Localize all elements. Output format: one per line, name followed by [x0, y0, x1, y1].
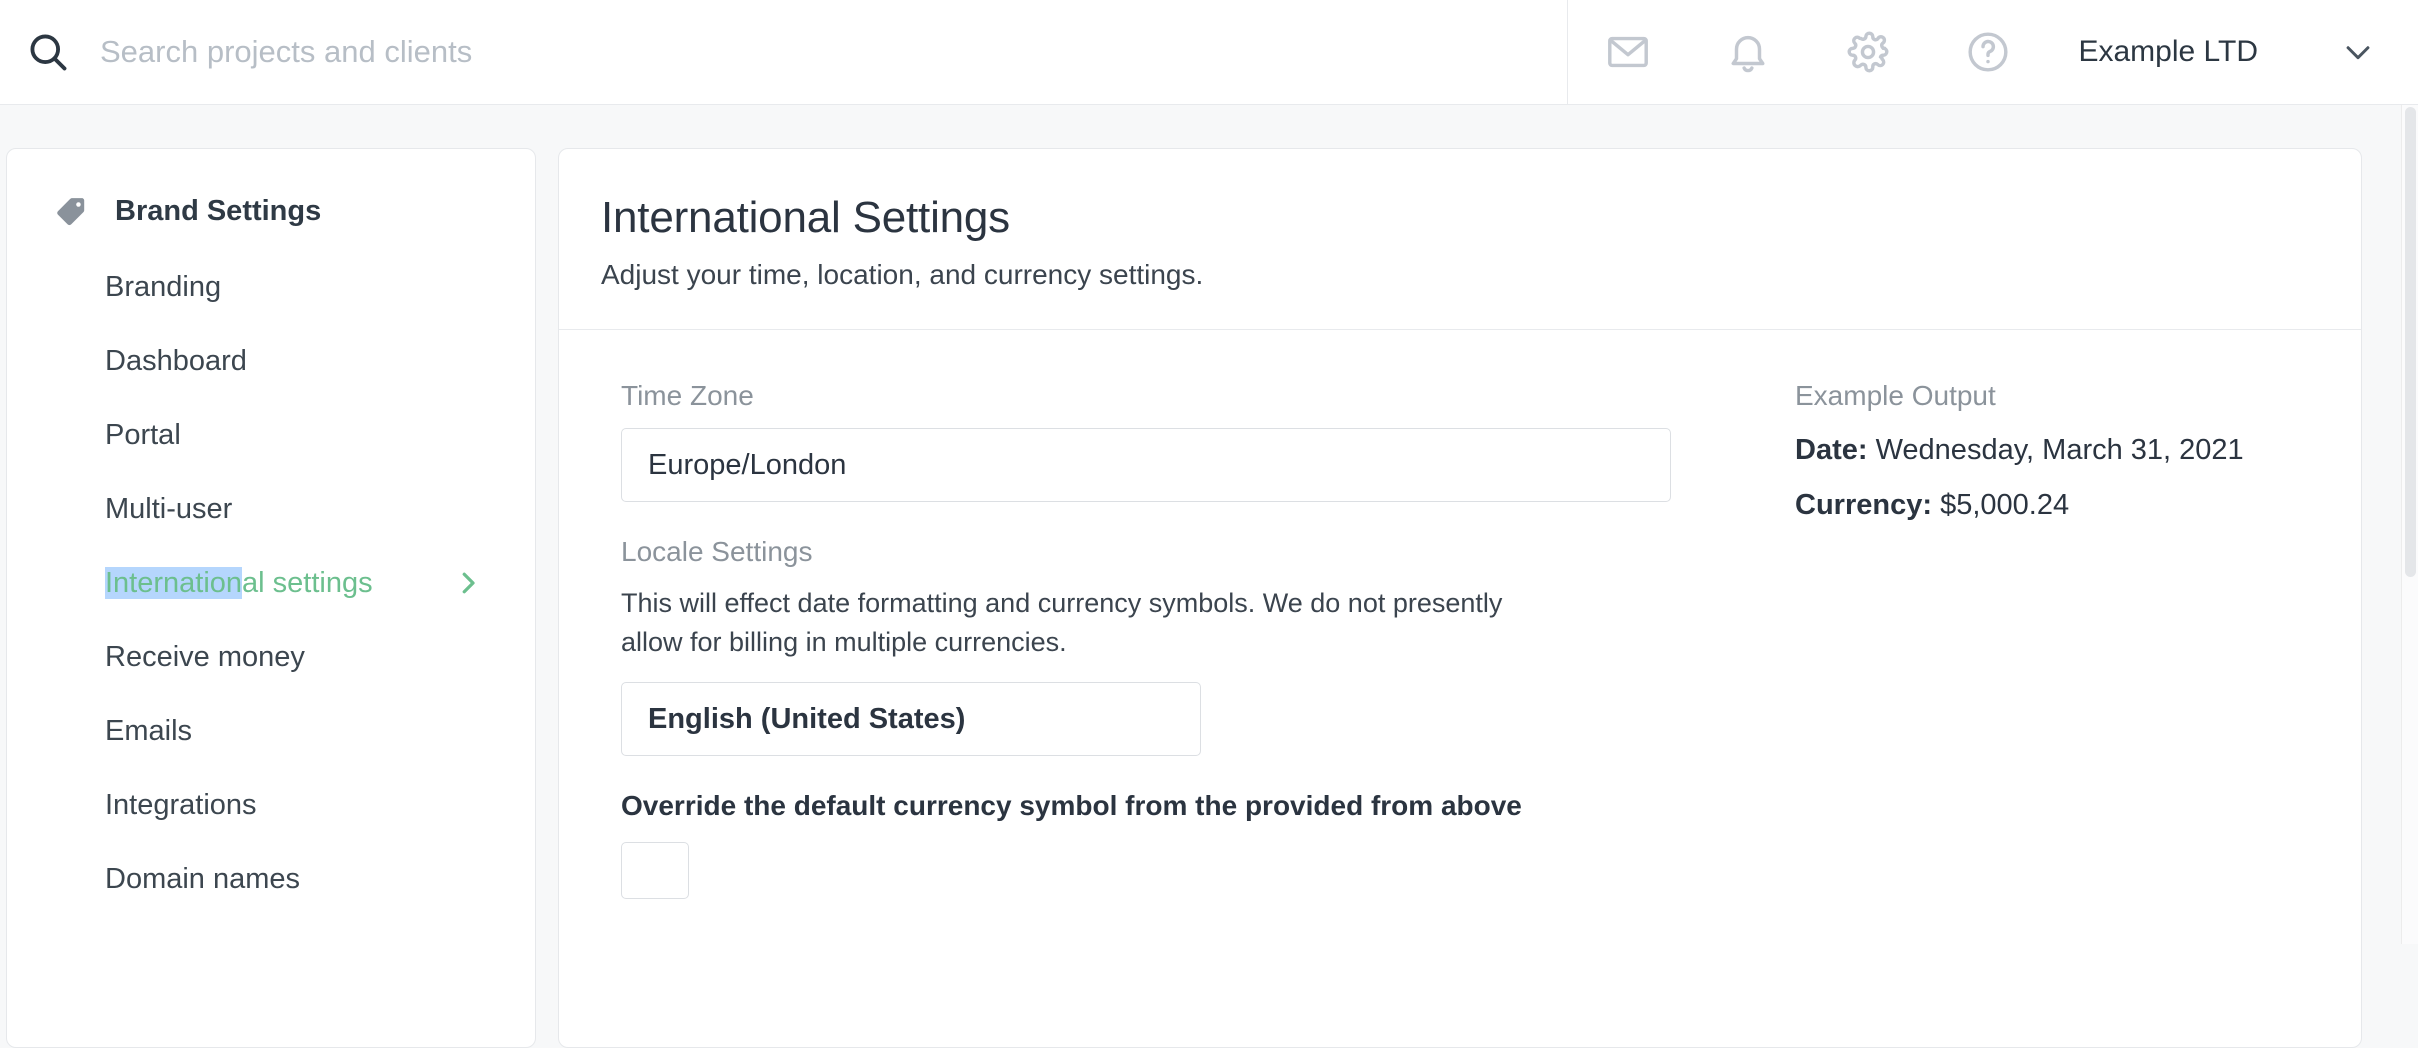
example-output-currency-key: Currency: [1795, 489, 1932, 521]
sidebar-item-label: Multi-user [105, 492, 233, 525]
sidebar-heading-label: Brand Settings [115, 195, 322, 227]
sidebar-item-label-rest: al settings [242, 566, 373, 599]
chevron-down-icon[interactable] [2298, 0, 2418, 105]
sidebar-item-multi-user[interactable]: Multi-user [7, 472, 535, 546]
example-output-date-value: Wednesday, March 31, 2021 [1875, 434, 2244, 466]
example-output-currency: Currency: $5,000.24 [1795, 489, 2361, 522]
sidebar-item-label: Integrations [105, 788, 257, 821]
example-output-label: Example Output [1795, 380, 1996, 411]
bell-icon[interactable] [1688, 0, 1808, 105]
page-subtitle: Adjust your time, location, and currency… [601, 259, 1204, 290]
sidebar-item-domain-names[interactable]: Domain names [7, 842, 535, 916]
locale-description: This will effect date formatting and cur… [621, 588, 1503, 658]
locale-value: English (United States) [648, 702, 966, 735]
main-panel: International Settings Adjust your time,… [558, 148, 2362, 1048]
sidebar-item-branding[interactable]: Branding [7, 250, 535, 324]
org-name[interactable]: Example LTD [2048, 35, 2298, 69]
page-scrollbar-thumb[interactable] [2405, 107, 2416, 577]
locale-select[interactable]: English (United States) [621, 682, 1201, 757]
help-icon[interactable] [1928, 0, 2048, 105]
sidebar-heading: Brand Settings [7, 149, 535, 228]
sidebar-item-label: Portal [105, 418, 181, 451]
sidebar-item-receive-money[interactable]: Receive money [7, 620, 535, 694]
sidebar-item-international-settings[interactable]: International settings [7, 546, 535, 620]
sidebar-item-integrations[interactable]: Integrations [7, 768, 535, 842]
chevron-right-icon[interactable] [453, 568, 483, 598]
locale-label: Locale Settings [621, 536, 813, 567]
timezone-select[interactable]: Europe/London [621, 428, 1671, 502]
sidebar-item-label: Dashboard [105, 344, 247, 377]
example-output-currency-value: $5,000.24 [1940, 489, 2070, 521]
tag-icon [55, 196, 87, 228]
page-title: International Settings [601, 193, 1010, 242]
page-body: Brand Settings Branding Dashboard Portal… [0, 105, 2418, 1048]
sidebar-item-label: Branding [105, 270, 222, 303]
sidebar-item-portal[interactable]: Portal [7, 398, 535, 472]
main-body: Time Zone Europe/London Locale Settings … [559, 330, 2361, 900]
sidebar-item-label: Domain names [105, 862, 301, 895]
example-output-column: Example Output Date: Wednesday, March 31… [1759, 380, 2361, 899]
sidebar-item-label: Receive money [105, 640, 305, 673]
gear-icon[interactable] [1808, 0, 1928, 105]
sidebar-item-dashboard[interactable]: Dashboard [7, 324, 535, 398]
sidebar-item-label: Emails [105, 714, 193, 747]
top-header: Example LTD [0, 0, 2418, 105]
page-scrollbar[interactable] [2401, 105, 2418, 944]
main-header: International Settings Adjust your time,… [559, 149, 2361, 330]
currency-symbol-input[interactable] [621, 842, 689, 900]
timezone-label: Time Zone [621, 380, 754, 411]
sidebar-item-emails[interactable]: Emails [7, 694, 535, 768]
search-icon[interactable] [0, 0, 96, 105]
search-input[interactable] [96, 0, 1568, 104]
sidebar-list: Branding Dashboard Portal Multi-user Int… [7, 228, 535, 916]
example-output-date-key: Date: [1795, 434, 1868, 466]
settings-column: Time Zone Europe/London Locale Settings … [559, 380, 1759, 900]
timezone-value: Europe/London [648, 448, 847, 481]
header-actions: Example LTD [1568, 0, 2418, 105]
mail-icon[interactable] [1568, 0, 1688, 105]
sidebar: Brand Settings Branding Dashboard Portal… [6, 148, 536, 1048]
sidebar-item-label: International settings [105, 566, 373, 600]
sidebar-item-label-selected: Internation [105, 566, 243, 599]
example-output-date: Date: Wednesday, March 31, 2021 [1795, 434, 2361, 467]
currency-override-label: Override the default currency symbol fro… [621, 790, 1522, 822]
